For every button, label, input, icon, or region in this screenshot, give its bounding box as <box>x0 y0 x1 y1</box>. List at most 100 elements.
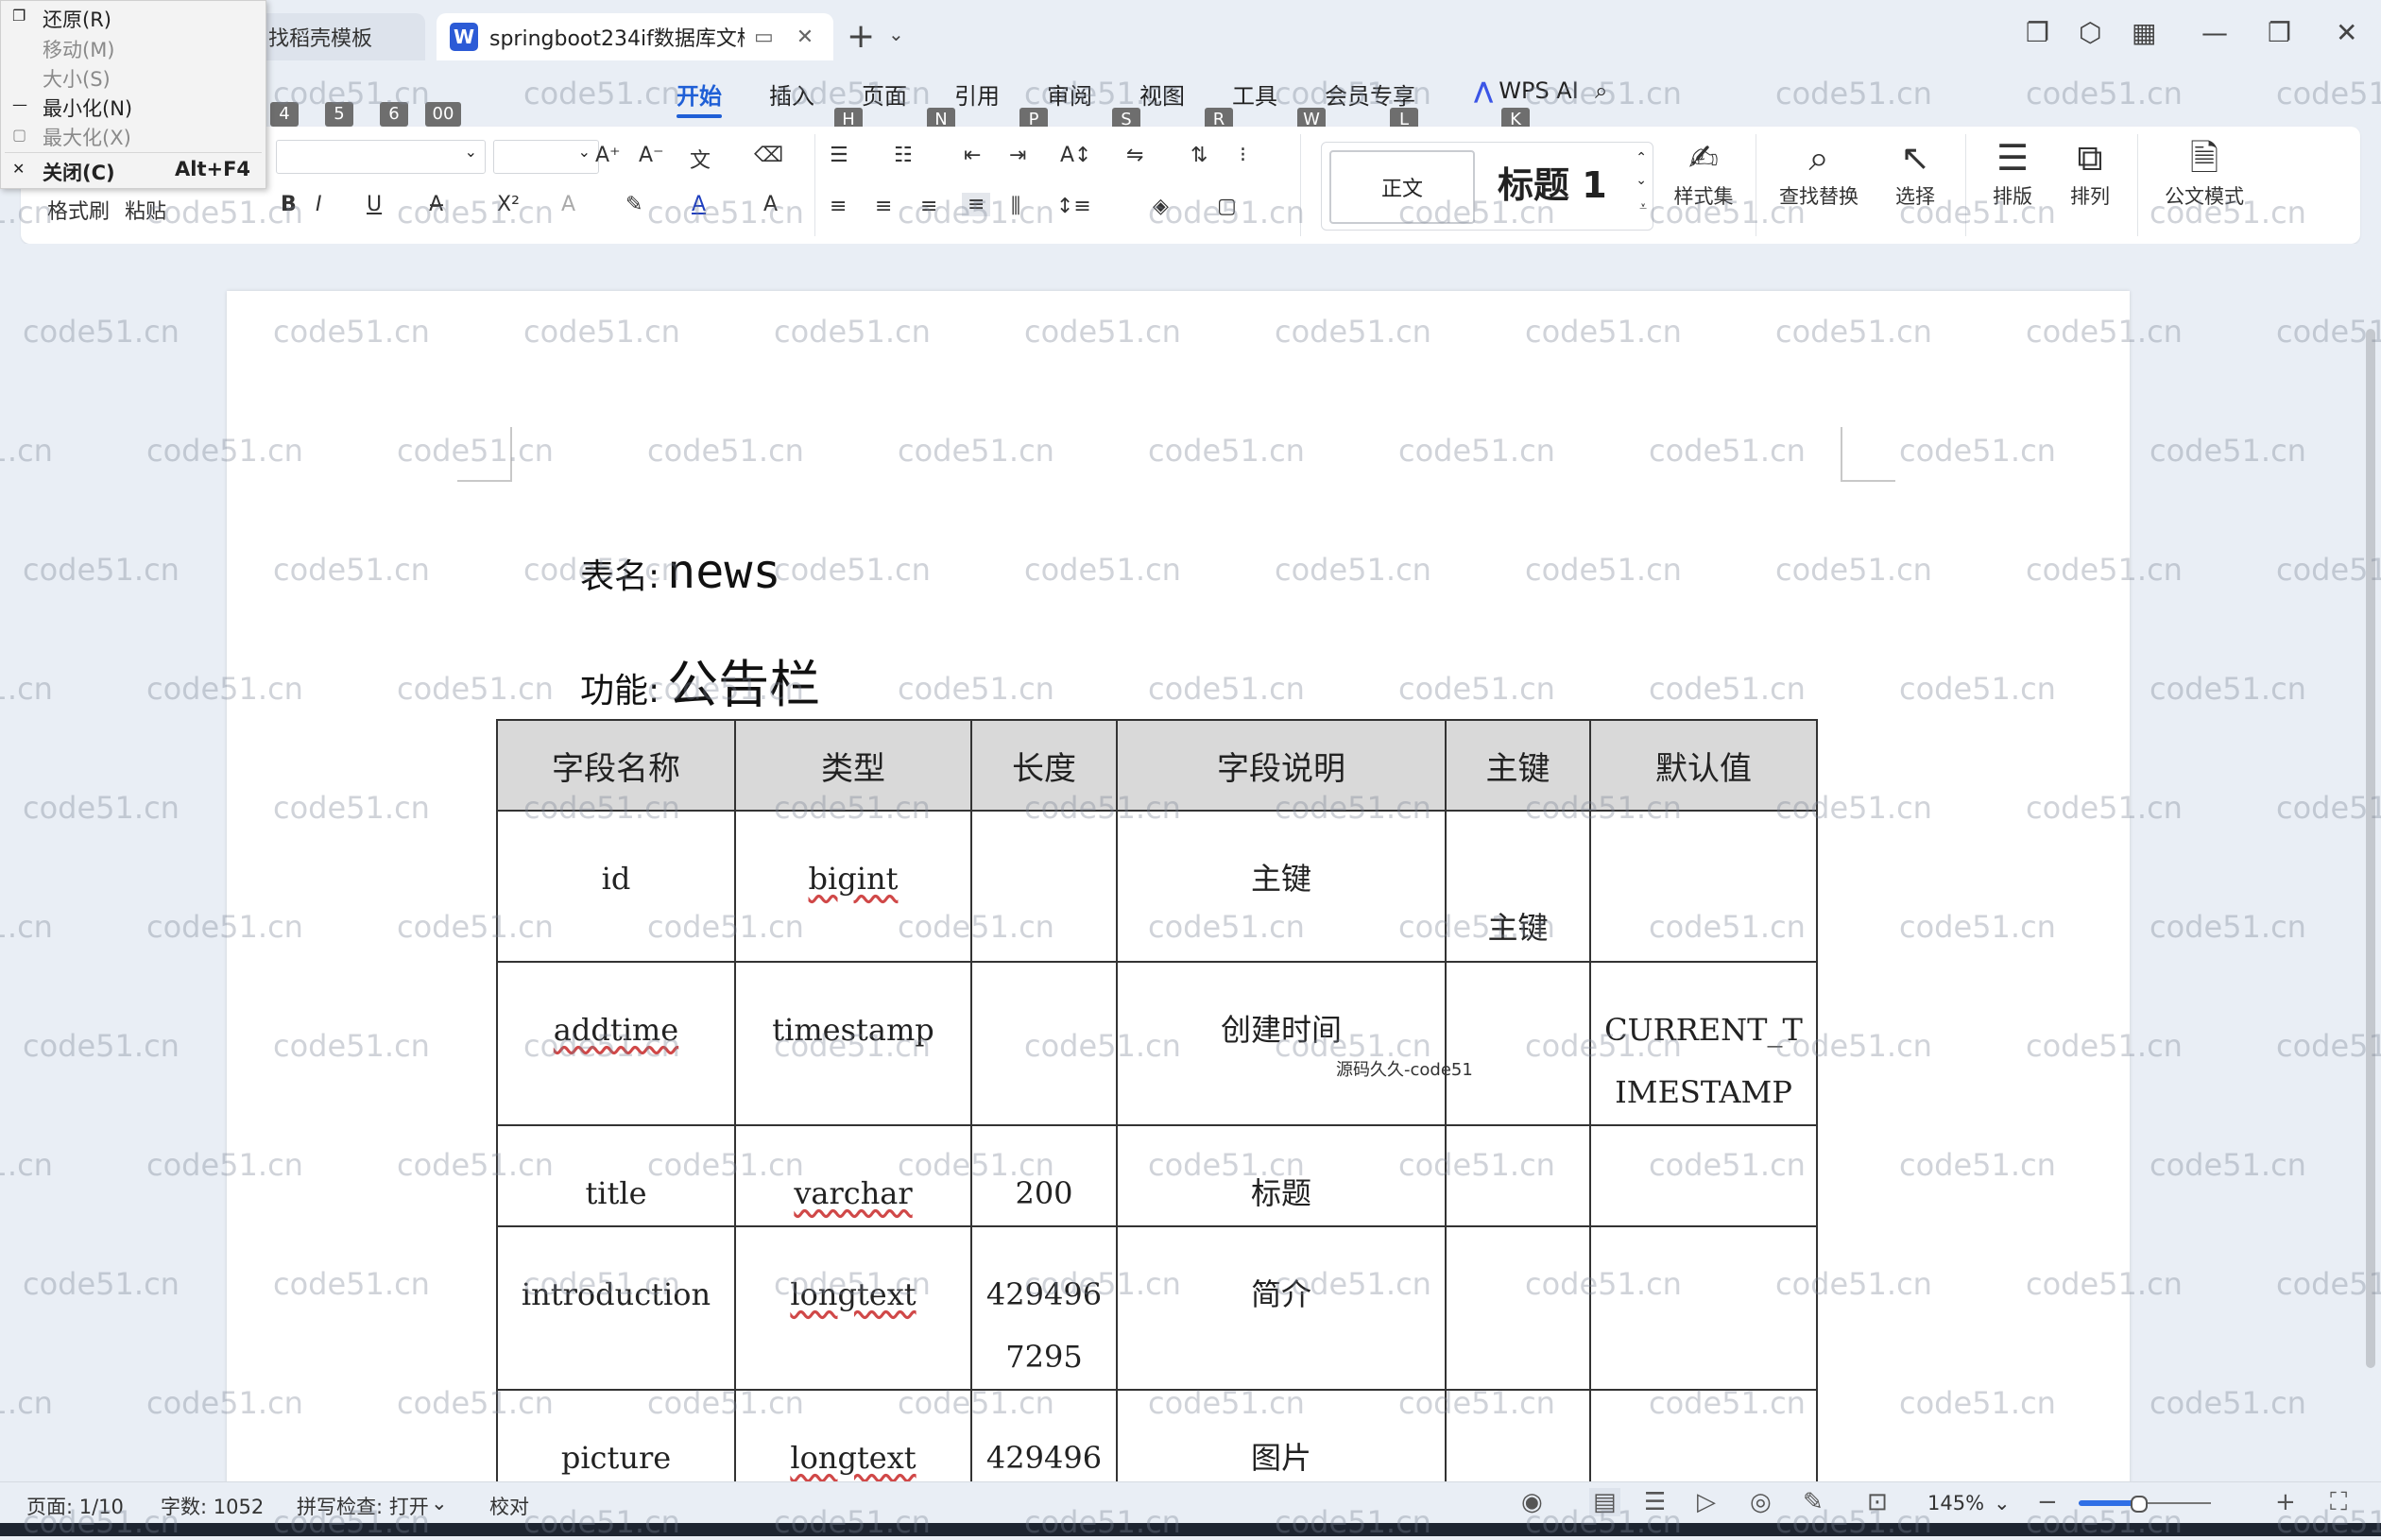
cell-type[interactable]: longtext <box>734 1225 972 1391</box>
cell-name[interactable]: introduction <box>496 1225 736 1391</box>
cell-pk[interactable] <box>1445 1225 1591 1391</box>
menu-member[interactable]: 会员专享 <box>1325 77 1415 111</box>
bullet-list-icon[interactable]: ☰ <box>830 144 848 167</box>
menu-home[interactable]: 开始 <box>677 77 722 118</box>
page-view-icon[interactable]: ▤ <box>1589 1488 1620 1516</box>
numbered-list-icon[interactable]: ☷ <box>894 144 913 167</box>
expand-gallery-icon[interactable]: ⩡ <box>1639 199 1647 214</box>
superscript-button[interactable]: X² <box>497 193 520 216</box>
menu-review[interactable]: 审阅 <box>1047 77 1092 111</box>
cell-length[interactable]: 4294967295 <box>970 1225 1118 1391</box>
sysmenu-minimize[interactable]: 最小化(N) <box>43 94 132 122</box>
style-heading-1[interactable]: 标题 1 <box>1498 156 1607 208</box>
cell-length[interactable]: 200 <box>970 1124 1118 1227</box>
highlight-icon[interactable]: ✎ <box>625 193 642 216</box>
text-effect-icon[interactable]: A <box>561 193 575 216</box>
clear-format-icon[interactable]: ⌫ <box>754 144 783 167</box>
chevron-down-icon[interactable]: ⌄ <box>888 23 904 45</box>
eye-icon[interactable]: ◉ <box>1521 1488 1543 1516</box>
cell-name[interactable]: id <box>496 810 736 963</box>
monitor-icon[interactable]: ▭ <box>754 26 774 49</box>
tab-template[interactable]: 找稻壳模板 <box>246 13 425 60</box>
cell-default[interactable] <box>1589 1124 1818 1227</box>
sysmenu-close[interactable]: 关闭(C) <box>43 158 115 186</box>
pen-icon[interactable]: ✎ <box>1803 1488 1824 1516</box>
cube-icon[interactable]: ⬡ <box>2079 17 2101 48</box>
cell-length[interactable] <box>970 810 1118 963</box>
menu-view[interactable]: 视图 <box>1139 77 1185 111</box>
menu-tools[interactable]: 工具 <box>1232 77 1277 111</box>
document-canvas[interactable]: 表名: news 功能: 公告栏 源码久久-code51 字段名称 类型 长度 字段… <box>0 244 2362 1481</box>
official-mode-button[interactable]: 🗎 公文模式 <box>2152 134 2256 210</box>
menu-reference[interactable]: 引用 <box>954 77 1000 111</box>
cell-name[interactable]: title <box>496 1124 736 1227</box>
style-normal[interactable]: 正文 <box>1329 150 1475 224</box>
chevron-down-icon[interactable]: ⌄ <box>1994 1492 2011 1514</box>
minimize-window-icon[interactable]: — <box>2201 17 2228 48</box>
zoom-level[interactable]: 145% <box>1927 1492 1984 1514</box>
new-tab-button[interactable]: + <box>847 17 875 56</box>
cell-length[interactable] <box>970 961 1118 1126</box>
globe-icon[interactable]: ◎ <box>1750 1488 1772 1516</box>
zoom-slider[interactable] <box>2079 1496 2211 1513</box>
outline-view-icon[interactable]: ☰ <box>1644 1488 1666 1516</box>
zoom-out-icon[interactable]: − <box>2037 1488 2058 1516</box>
window-layout-icon[interactable]: ❐ <box>2026 17 2049 48</box>
find-replace-button[interactable]: ⌕ 查找替换 <box>1767 134 1871 210</box>
menu-insert[interactable]: 插入 <box>769 77 814 111</box>
menu-page[interactable]: 页面 <box>862 77 907 111</box>
cell-desc[interactable]: 简介 <box>1116 1225 1447 1391</box>
vertical-scrollbar[interactable] <box>2362 244 2381 1481</box>
cell-type[interactable]: longtext <box>734 1389 972 1481</box>
show-marks-icon[interactable]: ⁝ <box>1240 144 1246 167</box>
align-center-icon[interactable]: ≡ <box>875 195 892 218</box>
font-color-icon[interactable]: A <box>692 193 706 216</box>
menu-wps-ai[interactable]: ⋀ WPS AI <box>1474 77 1579 104</box>
layout-button[interactable]: ☰ 排版 <box>1975 134 2050 210</box>
close-window-icon[interactable]: ✕ <box>2336 17 2357 48</box>
distribute-icon[interactable]: ⫼ <box>1011 195 1020 218</box>
cell-type[interactable]: timestamp <box>734 961 972 1126</box>
italic-button[interactable]: I <box>316 193 322 216</box>
line-spacing-icon[interactable]: ↕≡ <box>1056 195 1091 218</box>
char-shading-icon[interactable]: A <box>763 193 778 216</box>
document-page[interactable]: 表名: news 功能: 公告栏 源码久久-code51 字段名称 类型 长度 字段… <box>227 291 2130 1481</box>
arrange-button[interactable]: ⧉ 排列 <box>2052 134 2128 210</box>
decrease-indent-icon[interactable]: ⇤ <box>964 144 981 167</box>
restore-window-icon[interactable]: ❐ <box>2268 17 2291 48</box>
border-icon[interactable]: ▢ <box>1217 195 1237 218</box>
cell-length[interactable]: 4294967295 <box>970 1389 1118 1481</box>
proofread-button[interactable]: 校对 <box>489 1492 529 1520</box>
sort-icon[interactable]: ⇅ <box>1190 144 1208 167</box>
cell-pk[interactable] <box>1445 961 1591 1126</box>
paste-button[interactable]: 粘贴 <box>125 195 166 225</box>
fit-page-icon[interactable]: ⊡ <box>1867 1488 1888 1516</box>
cell-pk[interactable] <box>1445 1389 1591 1481</box>
page-indicator[interactable]: 页面: 1/10 <box>26 1492 124 1520</box>
underline-button[interactable]: U <box>367 193 382 216</box>
style-set-button[interactable]: ✍ 样式集 <box>1652 134 1756 210</box>
increase-font-icon[interactable]: A⁺ <box>595 144 621 167</box>
cell-default[interactable] <box>1589 1225 1818 1391</box>
chevron-up-icon[interactable]: ⌃ <box>1636 150 1647 165</box>
word-count[interactable]: 字数: 1052 <box>161 1492 264 1520</box>
cell-pk[interactable] <box>1445 1124 1591 1227</box>
font-size-select[interactable]: ⌄ <box>493 140 599 174</box>
zoom-slider-knob[interactable] <box>2131 1496 2148 1513</box>
cell-name[interactable]: addtime <box>496 961 736 1126</box>
fullscreen-icon[interactable]: ⛶ <box>2330 1488 2347 1517</box>
search-icon[interactable]: ⌕ <box>1595 77 1607 104</box>
cell-type[interactable]: varchar <box>734 1124 972 1227</box>
chevron-down-icon[interactable]: ⌄ <box>1636 173 1647 188</box>
align-left-icon[interactable]: ≡ <box>830 195 847 218</box>
increase-indent-icon[interactable]: ⇥ <box>1009 144 1026 167</box>
cell-default[interactable] <box>1589 1389 1818 1481</box>
cell-desc[interactable]: 创建时间 <box>1116 961 1447 1126</box>
cell-type[interactable]: bigint <box>734 810 972 963</box>
play-icon[interactable]: ▷ <box>1697 1488 1716 1516</box>
cell-default[interactable] <box>1589 810 1818 963</box>
cell-pk[interactable]: 主键 <box>1445 810 1591 963</box>
format-painter-button[interactable]: 格式刷 <box>47 195 110 225</box>
decrease-font-icon[interactable]: A⁻ <box>639 144 664 167</box>
font-family-select[interactable]: ⌄ <box>276 140 486 174</box>
